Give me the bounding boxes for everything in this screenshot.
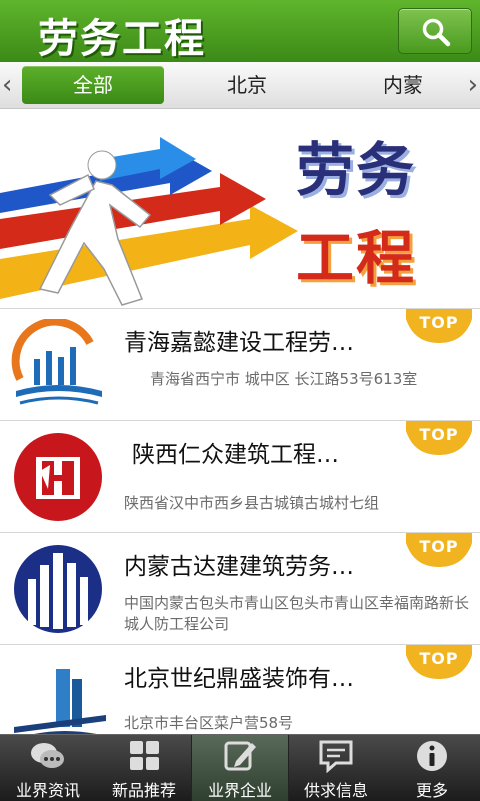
nav-label: 业界资讯: [15, 781, 80, 800]
region-tab-bar: ‹ 全部 北京 内蒙 ›: [0, 62, 480, 109]
company-address: 北京市丰台区菜户营58号: [124, 714, 294, 732]
banner-title-line2: 工程: [296, 224, 417, 292]
list-item[interactable]: 内蒙古达建建筑劳务… 中国内蒙古包头市青山区包头市青山区幸福南路新长城人防工程公…: [0, 532, 480, 645]
company-list: 青海嘉懿建设工程劳… 青海省西宁市 城中区 长江路53号613室 TOP 陕西仁…: [0, 308, 480, 734]
nav-item-news[interactable]: 业界资讯: [0, 735, 96, 801]
list-item[interactable]: 陕西仁众建筑工程… 陕西省汉中市西乡县古城镇古城村七组 TOP: [0, 420, 480, 533]
top-badge: TOP: [406, 533, 472, 567]
tab-all[interactable]: 全部: [22, 66, 164, 104]
banner-title-line1: 劳务: [296, 136, 417, 204]
edit-icon: [224, 741, 256, 771]
top-badge: TOP: [406, 645, 472, 679]
nav-label: 供求信息: [303, 781, 368, 800]
company-name: 青海嘉懿建设工程劳…: [124, 330, 354, 356]
grid-icon: [130, 741, 159, 770]
top-badge: TOP: [406, 309, 472, 343]
tab-beijing[interactable]: 北京: [176, 66, 318, 104]
company-address: 陕西省汉中市西乡县古城镇古城村七组: [124, 494, 380, 512]
message-icon: [319, 740, 353, 773]
company-name: 陕西仁众建筑工程…: [132, 442, 339, 468]
search-icon: [422, 18, 451, 47]
chat-bubbles-icon: [31, 743, 64, 768]
search-button[interactable]: [398, 8, 472, 54]
company-address: 中国内蒙古包头市青山区包头市青山区幸福南路新长城人防工程公司: [124, 594, 470, 633]
nav-label: 更多: [415, 781, 448, 800]
company-logo: [11, 319, 102, 405]
nav-label: 新品推荐: [111, 781, 176, 800]
scroll-left-arrow[interactable]: ‹: [2, 72, 12, 98]
nav-item-more[interactable]: 更多: [384, 735, 480, 801]
app-title: 劳务工程: [38, 16, 206, 62]
list-item[interactable]: 青海嘉懿建设工程劳… 青海省西宁市 城中区 长江路53号613室 TOP: [0, 308, 480, 421]
company-logo: [14, 669, 106, 734]
info-icon: [417, 741, 447, 771]
company-logo: [14, 433, 102, 521]
company-name: 内蒙古达建建筑劳务…: [124, 554, 354, 580]
company-address: 青海省西宁市 城中区 长江路53号613室: [150, 370, 418, 388]
nav-item-supply-demand[interactable]: 供求信息: [288, 735, 384, 801]
scroll-right-arrow[interactable]: ›: [468, 72, 478, 98]
banner[interactable]: 劳务 工程: [0, 109, 480, 307]
list-item[interactable]: 北京世纪鼎盛装饰有… 北京市丰台区菜户营58号 TOP: [0, 644, 480, 734]
top-badge: TOP: [406, 421, 472, 455]
company-logo: [14, 545, 102, 633]
nav-item-enterprises[interactable]: 业界企业: [191, 735, 289, 801]
running-man-arrows-graphic: [0, 137, 298, 306]
tab-neimeng[interactable]: 内蒙: [332, 66, 474, 104]
nav-item-new-products[interactable]: 新品推荐: [96, 735, 192, 801]
bottom-nav: 业界资讯 新品推荐 业界企业 供求信息 更多: [0, 734, 480, 801]
company-name: 北京世纪鼎盛装饰有…: [124, 666, 354, 692]
nav-label: 业界企业: [207, 781, 272, 800]
app-header: 劳务工程: [0, 0, 480, 63]
